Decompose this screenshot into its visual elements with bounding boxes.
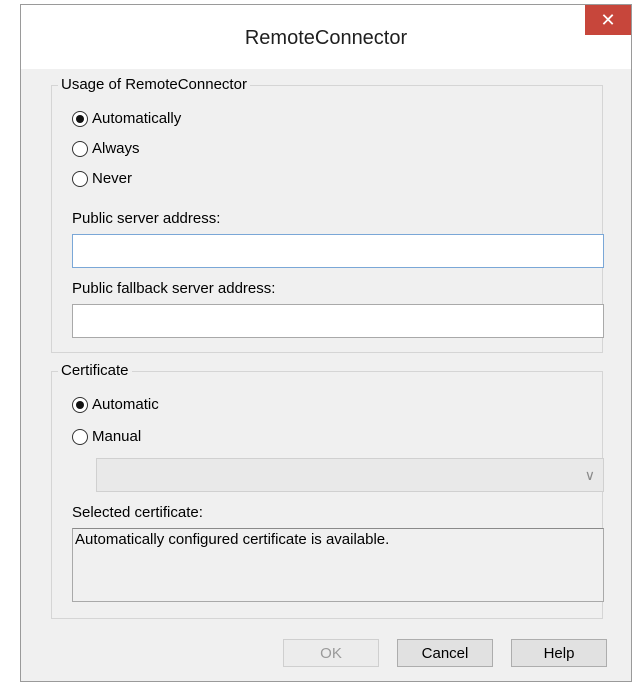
public-server-input[interactable] [72, 234, 604, 268]
close-button[interactable]: ✕ [585, 5, 631, 35]
selected-certificate-label: Selected certificate: [72, 504, 203, 521]
radio-always-circle[interactable] [72, 140, 88, 157]
remote-connector-dialog: RemoteConnector ✕ Usage of RemoteConnect… [20, 4, 632, 682]
ok-button[interactable]: OK [283, 639, 379, 667]
radio-never-circle[interactable] [72, 170, 88, 187]
radio-automatic[interactable]: Automatic [72, 396, 159, 413]
usage-groupbox: Usage of RemoteConnector Automatically A… [51, 76, 604, 353]
usage-group-legend: Usage of RemoteConnector [58, 76, 250, 93]
radio-manual-circle[interactable] [72, 428, 88, 445]
certificate-dropdown[interactable]: ∨ [96, 458, 604, 492]
radio-manual[interactable]: Manual [72, 428, 141, 445]
radio-never-label: Never [92, 170, 133, 187]
chevron-down-icon: ∨ [584, 467, 595, 483]
dialog-title: RemoteConnector [244, 27, 408, 49]
cancel-button[interactable]: Cancel [397, 639, 493, 667]
public-fallback-label: Public fallback server address: [72, 280, 276, 297]
radio-automatically-label: Automatically [92, 110, 182, 127]
selected-certificate-box: Automatically configured certificate is … [72, 528, 604, 602]
public-fallback-input[interactable] [72, 304, 604, 338]
close-icon: ✕ [600, 9, 616, 30]
certificate-groupbox: Certificate Automatic Manual ∨ Selected … [51, 362, 604, 619]
radio-automatically-circle[interactable] [72, 110, 88, 127]
radio-never[interactable]: Never [72, 170, 132, 187]
radio-automatic-circle[interactable] [72, 396, 88, 413]
certificate-group-legend: Certificate [58, 362, 132, 379]
radio-always-label: Always [92, 140, 140, 157]
public-server-label: Public server address: [72, 210, 221, 227]
radio-manual-label: Manual [92, 428, 142, 445]
radio-always[interactable]: Always [72, 140, 140, 157]
help-button[interactable]: Help [511, 639, 607, 667]
radio-automatic-label: Automatic [92, 396, 159, 413]
title-bar: RemoteConnector ✕ [21, 5, 631, 69]
radio-automatically[interactable]: Automatically [72, 110, 181, 127]
